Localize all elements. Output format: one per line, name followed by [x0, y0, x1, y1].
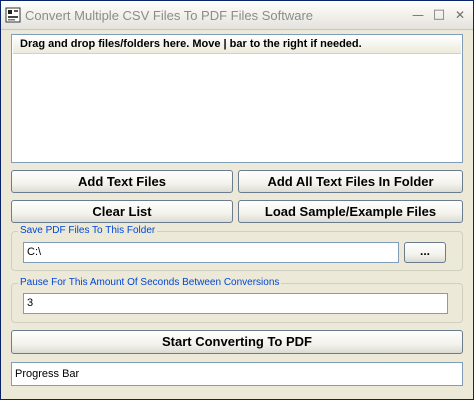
progress-bar: Progress Bar [11, 362, 463, 386]
save-folder-input[interactable]: C:\ [23, 242, 399, 263]
window-title: Convert Multiple CSV Files To PDF Files … [25, 8, 314, 23]
add-text-files-button[interactable]: Add Text Files [11, 170, 233, 193]
title-bar[interactable]: Convert Multiple CSV Files To PDF Files … [1, 1, 473, 30]
file-drop-list[interactable]: Drag and drop files/folders here. Move |… [11, 34, 463, 163]
browse-folder-button[interactable]: ... [404, 242, 446, 263]
minimize-icon[interactable]: — [409, 7, 427, 23]
add-all-text-files-button[interactable]: Add All Text Files In Folder [238, 170, 463, 193]
pause-seconds-input[interactable]: 3 [23, 293, 448, 314]
start-converting-button[interactable]: Start Converting To PDF [11, 330, 463, 354]
close-icon[interactable]: ✕ [451, 7, 469, 23]
maximize-icon[interactable]: □ [430, 7, 448, 23]
save-folder-label: Save PDF Files To This Folder [18, 225, 158, 237]
pause-seconds-label: Pause For This Amount Of Seconds Between… [18, 277, 282, 289]
load-sample-files-button[interactable]: Load Sample/Example Files [238, 200, 463, 223]
clear-list-button[interactable]: Clear List [11, 200, 233, 223]
app-window: Convert Multiple CSV Files To PDF Files … [0, 0, 474, 400]
app-icon [5, 7, 21, 23]
drop-list-header[interactable]: Drag and drop files/folders here. Move |… [13, 36, 461, 54]
